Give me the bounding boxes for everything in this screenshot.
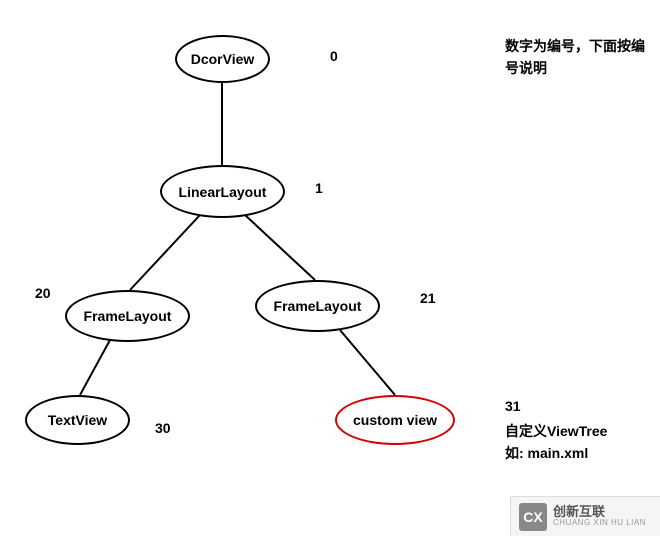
node-label: custom view <box>353 412 437 428</box>
note-top: 数字为编号，下面按编号说明 <box>505 35 645 80</box>
watermark-en: CHUANG XIN HU LIAN <box>553 519 646 528</box>
id-label-1: 1 <box>315 180 323 196</box>
id-label-21: 21 <box>420 290 436 306</box>
id-label-30: 30 <box>155 420 171 436</box>
node-label: LinearLayout <box>179 184 267 200</box>
node-linearlayout: LinearLayout <box>160 165 285 218</box>
node-textview: TextView <box>25 395 130 445</box>
node-label: FrameLayout <box>274 298 362 314</box>
watermark-text: 创新互联 CHUANG XIN HU LIAN <box>553 505 646 528</box>
edge-1-21 <box>245 215 315 280</box>
watermark: CX 创新互联 CHUANG XIN HU LIAN <box>510 496 660 536</box>
node-label: TextView <box>48 412 107 428</box>
note-custom-line1: 自定义ViewTree <box>505 420 655 442</box>
id-label-31: 31 <box>505 398 521 414</box>
id-label-20: 20 <box>35 285 51 301</box>
watermark-cn: 创新互联 <box>553 505 646 519</box>
node-label: DcorView <box>191 51 255 67</box>
node-label: FrameLayout <box>84 308 172 324</box>
note-custom: 自定义ViewTree 如: main.xml <box>505 420 655 465</box>
watermark-logo-icon: CX <box>519 503 547 531</box>
node-framelayout-left: FrameLayout <box>65 290 190 342</box>
id-label-0: 0 <box>330 48 338 64</box>
edge-20-30 <box>80 340 110 395</box>
edge-1-20 <box>130 215 200 290</box>
node-framelayout-right: FrameLayout <box>255 280 380 332</box>
edge-21-31 <box>340 330 395 395</box>
node-dcorview: DcorView <box>175 35 270 83</box>
note-custom-line2: 如: main.xml <box>505 442 655 464</box>
node-custom-view: custom view <box>335 395 455 445</box>
